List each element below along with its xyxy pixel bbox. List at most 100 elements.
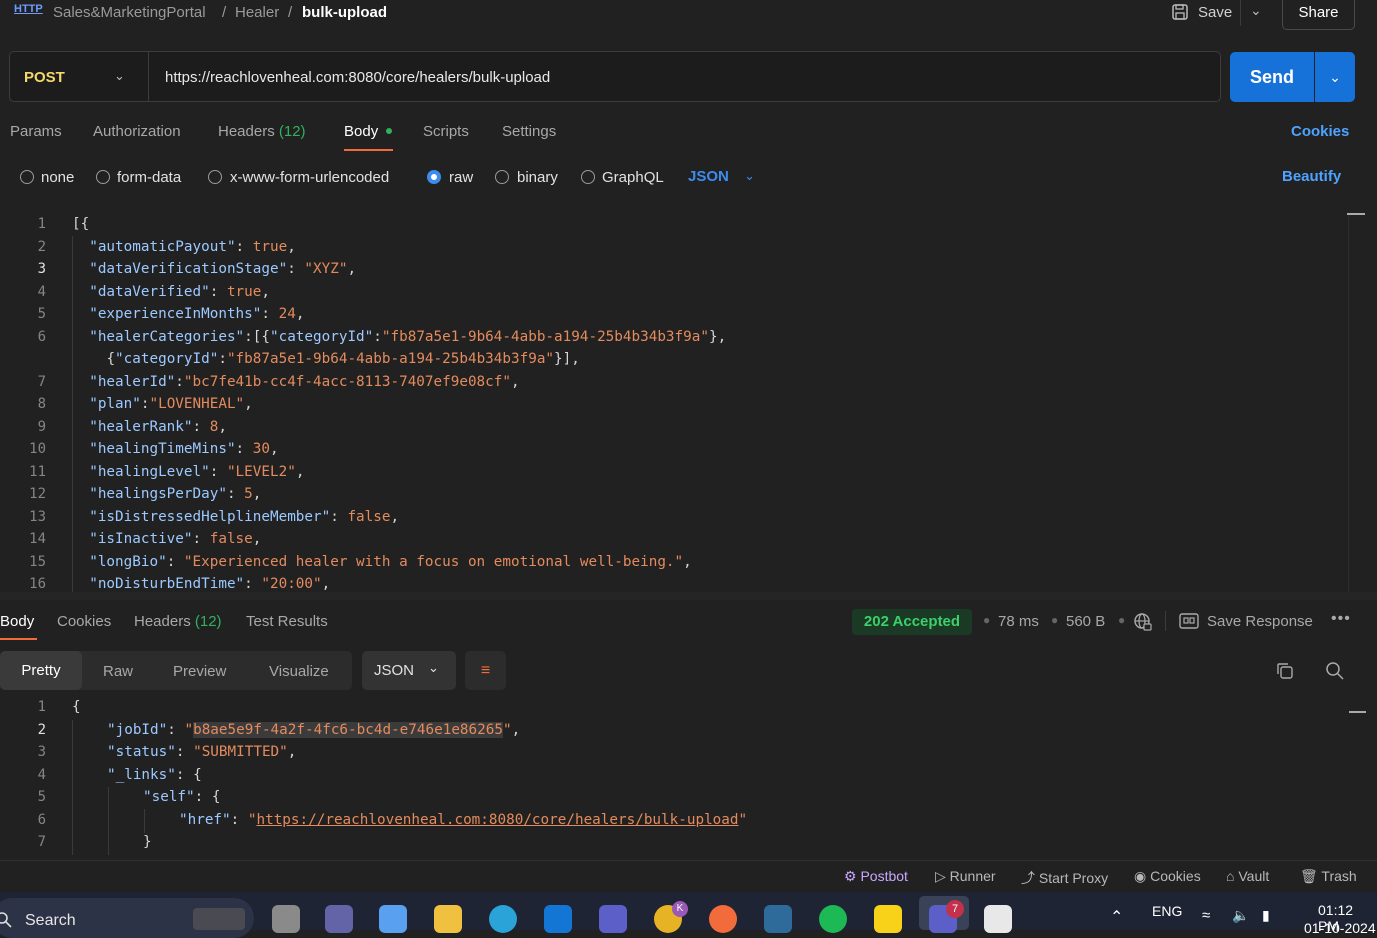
response-format-select[interactable]: JSON ⌄ bbox=[362, 651, 456, 690]
radio-graphql[interactable] bbox=[581, 170, 595, 184]
scrollbar-thumb[interactable] bbox=[1347, 213, 1365, 215]
network-globe-icon[interactable] bbox=[1133, 612, 1153, 632]
view-tab-preview[interactable]: Preview bbox=[173, 663, 226, 680]
response-body-viewer[interactable]: 1 2 3 4 5 6 7 { "jobId": "b8ae5e9f-4a2f-… bbox=[0, 697, 1345, 855]
file-explorer-icon[interactable] bbox=[434, 905, 462, 933]
language-indicator[interactable]: ENG bbox=[1152, 903, 1182, 919]
trash-button[interactable]: 🗑 Trash bbox=[1300, 868, 1357, 885]
line-number: 3 bbox=[37, 261, 46, 277]
share-button[interactable]: Share bbox=[1282, 0, 1355, 30]
more-options-icon[interactable]: ••• bbox=[1331, 610, 1351, 628]
code-line: [{ bbox=[72, 216, 90, 232]
editor-scrollbar[interactable] bbox=[1348, 212, 1364, 592]
json-link[interactable]: https://reachlovenheal.com:8080/core/hea… bbox=[256, 812, 738, 828]
radio-form-data[interactable] bbox=[96, 170, 110, 184]
chrome-profile-badge: K bbox=[672, 901, 688, 917]
view-tab-visualize[interactable]: Visualize bbox=[269, 663, 329, 680]
separator-dot: ● bbox=[1118, 613, 1126, 627]
save-response-button[interactable]: Save Response bbox=[1207, 613, 1313, 630]
json-value-selected: b8ae5e9f-4a2f-4fc6-bc4d-e746e1e86265 bbox=[193, 722, 503, 738]
send-options-chevron-icon[interactable]: ⌄ bbox=[1315, 52, 1355, 102]
radio-none[interactable] bbox=[20, 170, 34, 184]
save-button[interactable]: Save bbox=[1198, 4, 1232, 21]
res-tab-cookies[interactable]: Cookies bbox=[57, 613, 111, 630]
response-size[interactable]: 560 B bbox=[1066, 613, 1105, 630]
postbot-button[interactable]: ⚙ Postbot bbox=[844, 868, 908, 885]
chevron-down-icon[interactable]: ⌄ bbox=[114, 68, 125, 84]
save-chevron-down-icon[interactable]: ⌄ bbox=[1250, 2, 1262, 19]
runner-button[interactable]: ▷ Runner bbox=[935, 868, 996, 885]
res-tab-body[interactable]: Body bbox=[0, 613, 34, 630]
save-icon bbox=[1172, 4, 1188, 20]
beautify-button[interactable]: Beautify bbox=[1282, 168, 1341, 185]
start-proxy-button[interactable]: ⤴ Start Proxy bbox=[1021, 868, 1108, 888]
radio-form-data-label[interactable]: form-data bbox=[117, 169, 181, 186]
search-highlight-icon bbox=[193, 908, 245, 930]
vault-label: Vault bbox=[1238, 868, 1270, 884]
breadcrumb-collection[interactable]: Sales&MarketingPortal bbox=[53, 4, 206, 21]
copilot-icon[interactable] bbox=[379, 905, 407, 933]
volume-icon[interactable]: 🔈 bbox=[1232, 907, 1249, 924]
battery-icon[interactable]: ▮ bbox=[1262, 907, 1270, 924]
tab-settings[interactable]: Settings bbox=[502, 123, 556, 140]
radio-binary-label[interactable]: binary bbox=[517, 169, 558, 186]
runner-icon: ▷ bbox=[935, 868, 950, 884]
task-view-icon[interactable] bbox=[272, 905, 300, 933]
wrap-lines-icon[interactable]: ≡ bbox=[465, 651, 506, 690]
cookies-button[interactable]: ◉ Cookies bbox=[1134, 868, 1201, 885]
json-key: "jobId" bbox=[107, 722, 168, 738]
line-number: 10 bbox=[29, 441, 46, 457]
calendar-icon[interactable] bbox=[984, 905, 1012, 933]
wifi-icon[interactable]: ≈ bbox=[1202, 907, 1210, 924]
code-line: "noDisturbEndTime": "20:00", bbox=[89, 576, 331, 592]
method-select[interactable]: POST bbox=[24, 69, 65, 86]
code-line: "healerRank": 8, bbox=[89, 418, 227, 435]
view-tab-raw[interactable]: Raw bbox=[103, 663, 133, 680]
save-response-icon[interactable] bbox=[1179, 613, 1199, 629]
cookies-link[interactable]: Cookies bbox=[1291, 123, 1349, 140]
view-tab-pretty[interactable]: Pretty bbox=[0, 651, 82, 690]
response-time[interactable]: 78 ms bbox=[998, 613, 1039, 630]
res-tab-headers[interactable]: Headers (12) bbox=[134, 613, 222, 630]
res-tab-test-results[interactable]: Test Results bbox=[246, 613, 328, 630]
tab-headers[interactable]: Headers (12) bbox=[218, 123, 306, 140]
radio-urlencoded[interactable] bbox=[208, 170, 222, 184]
clock-date[interactable]: 01-10-2024 bbox=[1304, 920, 1376, 936]
copy-icon[interactable] bbox=[1275, 661, 1295, 681]
teams-icon[interactable] bbox=[599, 905, 627, 933]
sticky-notes-icon[interactable] bbox=[874, 905, 902, 933]
tab-body[interactable]: Body bbox=[344, 123, 378, 140]
chevron-down-icon[interactable]: ⌄ bbox=[744, 168, 755, 184]
taskbar-search-label: Search bbox=[25, 912, 76, 929]
tab-authorization[interactable]: Authorization bbox=[93, 123, 181, 140]
http-icon: HTTP bbox=[14, 3, 43, 15]
breadcrumb-request[interactable]: bulk-upload bbox=[302, 4, 387, 21]
radio-urlencoded-label[interactable]: x-www-form-urlencoded bbox=[230, 169, 389, 186]
tab-scripts[interactable]: Scripts bbox=[423, 123, 469, 140]
vault-button[interactable]: ⌂ Vault bbox=[1226, 868, 1269, 884]
radio-raw-label[interactable]: raw bbox=[449, 169, 473, 186]
edge-icon[interactable] bbox=[489, 905, 517, 933]
breadcrumb-folder[interactable]: Healer bbox=[235, 4, 279, 21]
body-format-select[interactable]: JSON bbox=[688, 168, 729, 185]
radio-graphql-label[interactable]: GraphQL bbox=[602, 169, 664, 186]
radio-raw[interactable] bbox=[427, 170, 441, 184]
send-button[interactable]: Send bbox=[1230, 52, 1314, 102]
radio-binary[interactable] bbox=[495, 170, 509, 184]
meet-icon[interactable] bbox=[325, 905, 353, 933]
status-badge[interactable]: 202 Accepted bbox=[852, 609, 972, 635]
radio-none-label[interactable]: none bbox=[41, 169, 74, 186]
url-input[interactable]: https://reachlovenheal.com:8080/core/hea… bbox=[165, 69, 550, 86]
outlook-icon[interactable] bbox=[544, 905, 572, 933]
postman-icon[interactable] bbox=[709, 905, 737, 933]
scrollbar-thumb[interactable] bbox=[1349, 711, 1366, 713]
search-icon[interactable] bbox=[1325, 661, 1345, 681]
mysql-workbench-icon[interactable] bbox=[764, 905, 792, 933]
chevron-up-icon[interactable]: ⌃ bbox=[1110, 907, 1123, 927]
trash-label: Trash bbox=[1321, 868, 1357, 884]
tab-params[interactable]: Params bbox=[10, 123, 62, 140]
pane-resize-handle[interactable] bbox=[0, 592, 1377, 600]
request-body-editor[interactable]: 1 [{2 "automaticPayout": true, 3 "dataVeri… bbox=[0, 212, 1365, 592]
spotify-icon[interactable] bbox=[819, 905, 847, 933]
breadcrumb-separator: / bbox=[222, 4, 227, 21]
